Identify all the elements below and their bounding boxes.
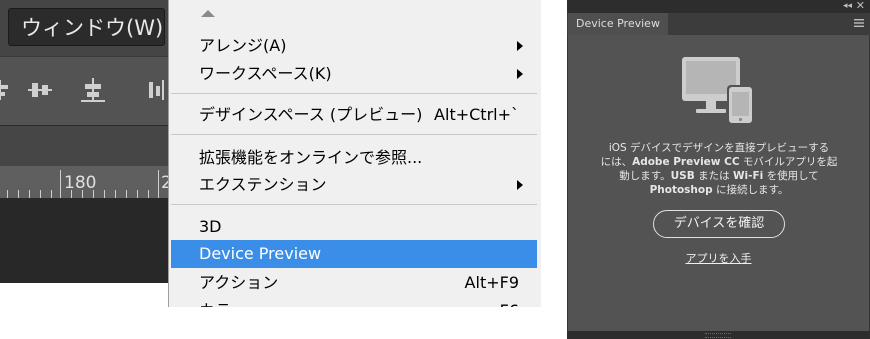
desc-text: には、: [600, 156, 633, 168]
menu-item-design-space[interactable]: デザインスペース (プレビュー) Alt+Ctrl+`: [171, 101, 537, 129]
panel-menu-icon[interactable]: [854, 18, 864, 28]
options-bar: [0, 56, 170, 125]
menu-separator: [171, 204, 537, 205]
align-vertical-center-icon[interactable]: [26, 76, 54, 104]
window-dropdown-menu: アレンジ(A) ワークスペース(K) デザインスペース (プレビュー) Alt+…: [168, 0, 541, 307]
canvas-area: [0, 199, 170, 283]
desc-line: 動します。USB または Wi-Fi を使用して: [584, 169, 854, 183]
submenu-arrow-icon: [517, 69, 523, 79]
desc-text: モバイルアプリを起: [739, 156, 838, 168]
window-menu[interactable]: ウィンドウ(W): [8, 8, 165, 46]
menu-separator: [171, 93, 537, 94]
menu-item-label: カラー: [199, 299, 247, 307]
menu-item-label: 拡張機能をオンラインで参照...: [199, 148, 423, 167]
ruler-label: 180: [64, 173, 97, 193]
menu-item-color[interactable]: カラー F6: [171, 297, 537, 307]
desc-line: には、Adobe Preview CC モバイルアプリを起: [584, 155, 854, 169]
menu-bar: ウィンドウ(W): [0, 0, 170, 56]
menu-item-shortcut: F6: [500, 299, 519, 307]
horizontal-ruler: 180 2: [0, 166, 170, 199]
panel-bottom-bar: [567, 331, 870, 339]
menu-item-shortcut: Alt+Ctrl+`: [434, 105, 519, 124]
desc-text: または: [694, 170, 733, 182]
panel-tab-row: Device Preview: [567, 13, 870, 35]
menu-item-label: 3D: [199, 217, 222, 236]
menu-item-label: Device Preview: [199, 244, 322, 263]
align-bottom-icon[interactable]: [79, 76, 107, 104]
menu-item-label: デザインスペース (プレビュー): [199, 105, 423, 124]
collapse-icon[interactable]: ◂◂: [843, 1, 852, 12]
desc-line: Photoshop に接続します。: [584, 183, 854, 197]
get-app-link-row: アプリを入手: [568, 250, 869, 266]
document-tab-bar: [0, 125, 170, 166]
menu-item-actions[interactable]: アクション Alt+F9: [171, 269, 537, 297]
desc-text: 動します。: [619, 170, 671, 182]
submenu-arrow-icon: [517, 180, 523, 190]
menu-item-label: エクステンション: [199, 175, 327, 194]
menu-item-device-preview[interactable]: Device Preview: [171, 240, 537, 268]
menu-item-browse-extensions[interactable]: 拡張機能をオンラインで参照...: [171, 144, 537, 172]
menu-item-label: アレンジ(A): [199, 36, 287, 55]
tab-device-preview[interactable]: Device Preview: [568, 13, 668, 35]
menu-item-label: ワークスペース(K): [199, 64, 332, 83]
desc-text-bold: Wi-Fi: [732, 170, 764, 182]
menu-item-arrange[interactable]: アレンジ(A): [171, 32, 537, 60]
desc-text-bold: Adobe Preview CC: [632, 156, 740, 168]
desc-text-bold: USB: [670, 170, 695, 182]
align-left-icon[interactable]: [0, 76, 14, 104]
desc-text: iOS デバイスでデザインを直接プレビューする: [608, 142, 830, 154]
resize-grip-icon[interactable]: [705, 333, 731, 338]
desc-text-bold: Photoshop: [649, 184, 713, 196]
panel-body: iOS デバイスでデザインを直接プレビューする には、Adobe Preview…: [568, 35, 869, 331]
desc-text: を使用して: [763, 170, 819, 182]
desc-text: に接続します。: [712, 184, 789, 196]
menu-item-extensions[interactable]: エクステンション: [171, 171, 537, 199]
close-icon[interactable]: ✕: [856, 0, 865, 12]
menu-item-workspace[interactable]: ワークスペース(K): [171, 60, 537, 88]
menu-item-label: アクション: [199, 273, 279, 292]
panel-title-strip: ◂◂ ✕: [567, 0, 870, 13]
panel-description: iOS デバイスでデザインを直接プレビューする には、Adobe Preview…: [584, 141, 854, 197]
monitor-and-phone-icon: [682, 57, 754, 125]
photoshop-workspace: ウィンドウ(W) 180 2: [0, 0, 170, 283]
scroll-up-arrow-icon[interactable]: [201, 10, 215, 17]
get-app-link[interactable]: アプリを入手: [686, 252, 752, 265]
distribute-icon[interactable]: [144, 76, 170, 104]
menu-item-shortcut: Alt+F9: [464, 273, 519, 292]
desc-line: iOS デバイスでデザインを直接プレビューする: [584, 141, 854, 155]
menu-separator: [171, 134, 537, 135]
confirm-device-button[interactable]: デバイスを確認: [653, 210, 785, 238]
device-preview-panel: ◂◂ ✕ Device Preview iOS デバイスでデザインを直接プレビュ…: [567, 0, 870, 339]
menu-item-3d[interactable]: 3D: [171, 213, 537, 241]
submenu-arrow-icon: [517, 41, 523, 51]
